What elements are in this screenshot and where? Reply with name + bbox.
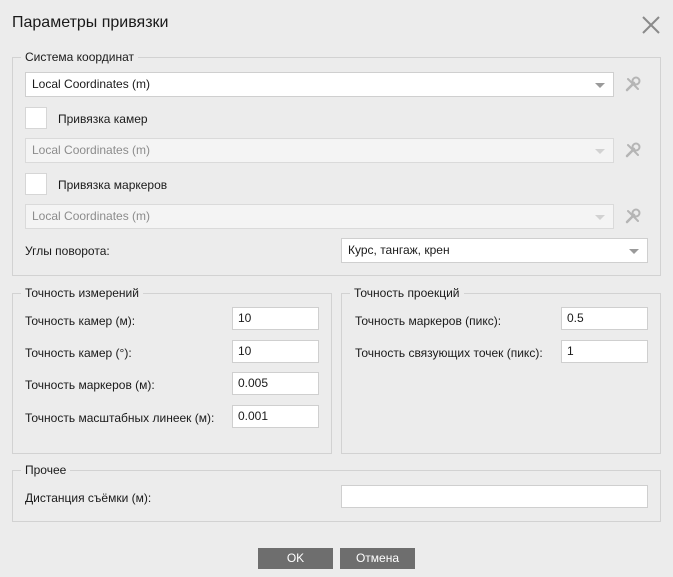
camera-accuracy-m-label: Точность камер (м): — [25, 314, 136, 328]
coordinate-system-legend: Система координат — [21, 50, 139, 64]
camera-reference-select[interactable]: Local Coordinates (m) — [25, 138, 614, 163]
rotation-angles-label: Углы поворота: — [25, 244, 110, 258]
marker-reference-select-value: Local Coordinates (m) — [32, 209, 151, 223]
chevron-down-icon — [629, 249, 639, 254]
chevron-down-icon — [595, 149, 605, 154]
scalebar-accuracy-label: Точность масштабных линеек (м): — [25, 411, 215, 425]
marker-reference-select[interactable]: Local Coordinates (m) — [25, 204, 614, 229]
marker-accuracy-m-input[interactable]: 0.005 — [232, 372, 319, 395]
measurement-accuracy-legend: Точность измерений — [21, 286, 143, 300]
wrench-icon[interactable] — [624, 75, 642, 93]
tiepoint-accuracy-pix-label: Точность связующих точек (пикс): — [355, 346, 543, 360]
marker-accuracy-pix-input[interactable]: 0.5 — [561, 307, 648, 330]
capture-distance-input[interactable] — [341, 485, 648, 508]
rotation-angles-select-value: Курс, тангаж, крен — [348, 243, 450, 257]
close-icon[interactable] — [640, 14, 662, 36]
camera-reference-label: Привязка камер — [58, 112, 148, 126]
cancel-button[interactable]: Отмена — [340, 548, 415, 569]
rotation-angles-select[interactable]: Курс, тангаж, крен — [341, 238, 648, 263]
marker-accuracy-m-label: Точность маркеров (м): — [25, 378, 155, 392]
wrench-icon[interactable] — [624, 207, 642, 225]
camera-reference-checkbox[interactable] — [25, 107, 47, 129]
capture-distance-label: Дистанция съёмки (м): — [25, 491, 152, 505]
coordinate-system-select[interactable]: Local Coordinates (m) — [25, 72, 614, 97]
coordinate-system-select-value: Local Coordinates (m) — [32, 77, 151, 91]
dialog-title: Параметры привязки — [12, 14, 169, 31]
camera-accuracy-deg-input[interactable]: 10 — [232, 340, 319, 363]
wrench-icon[interactable] — [624, 141, 642, 159]
marker-reference-checkbox[interactable] — [25, 173, 47, 195]
tiepoint-accuracy-pix-input[interactable]: 1 — [561, 340, 648, 363]
ok-button[interactable]: OK — [258, 548, 333, 569]
scalebar-accuracy-input[interactable]: 0.001 — [232, 405, 319, 428]
chevron-down-icon — [595, 83, 605, 88]
camera-reference-select-value: Local Coordinates (m) — [32, 143, 151, 157]
camera-accuracy-deg-label: Точность камер (°): — [25, 346, 132, 360]
misc-legend: Прочее — [21, 463, 71, 477]
projection-accuracy-legend: Точность проекций — [350, 286, 464, 300]
camera-accuracy-m-input[interactable]: 10 — [232, 307, 319, 330]
marker-accuracy-pix-label: Точность маркеров (пикс): — [355, 314, 502, 328]
marker-reference-label: Привязка маркеров — [58, 178, 168, 192]
chevron-down-icon — [595, 215, 605, 220]
